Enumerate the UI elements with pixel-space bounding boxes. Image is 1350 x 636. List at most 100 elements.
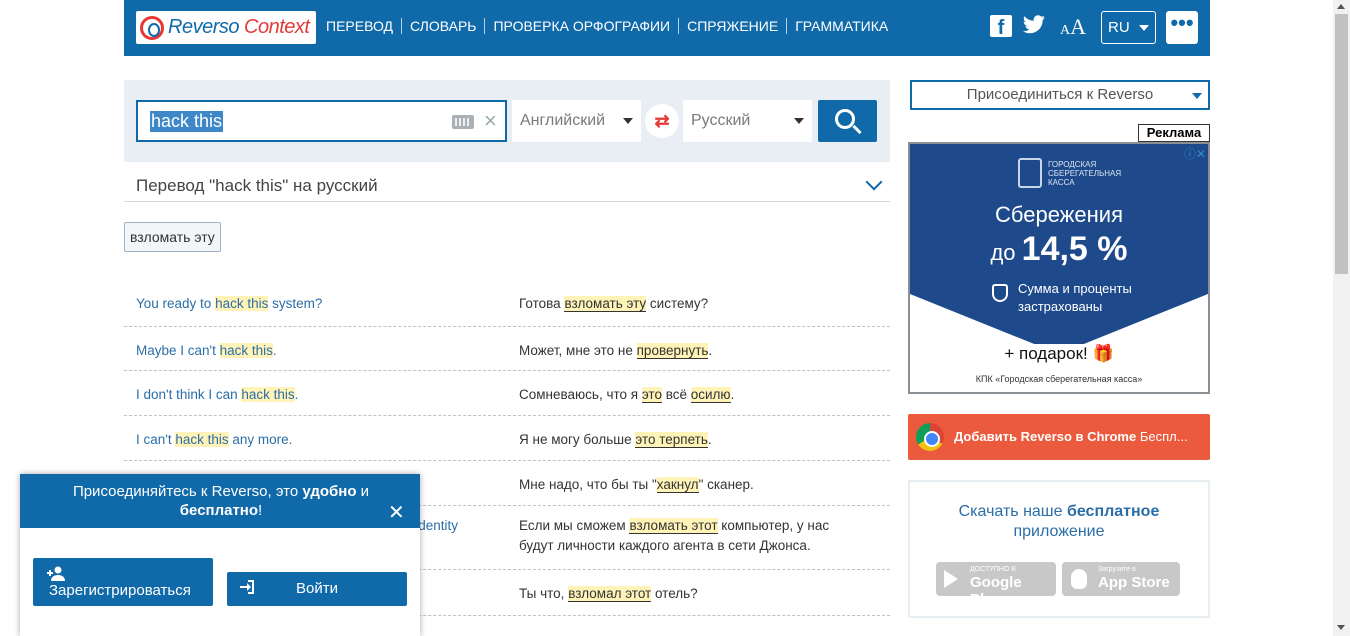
app-store-button[interactable]: Загрузите в App Store (1062, 562, 1180, 596)
example-target-highlight: хакнул (656, 477, 699, 493)
example-source-text: system? (268, 296, 323, 311)
example-target-highlight: это (641, 387, 662, 403)
join-popup: Присоединяйтесь к Reverso, это удобно и … (20, 474, 420, 636)
close-icon[interactable]: ✕ (388, 500, 405, 525)
ad-gift-text: + подарок! (1004, 344, 1088, 363)
example-source[interactable]: Maybe I can't hack this. (136, 341, 496, 361)
example-target-text: Готова (519, 296, 565, 311)
search-panel: hack this × Английский ⇄ Русский (124, 80, 890, 162)
register-label: Зарегистрироваться (49, 582, 191, 599)
chevron-down-icon (1192, 93, 1202, 99)
join-reverso-dropdown[interactable]: Присоединиться к Reverso (910, 80, 1210, 110)
search-icon-handle (852, 124, 862, 135)
nav-item-dictionary[interactable]: СЛОВАРЬ (402, 18, 486, 34)
popup-msg-part3: ! (258, 502, 263, 519)
nav-item-conjugation[interactable]: СПРЯЖЕНИЕ (679, 18, 788, 34)
example-target[interactable]: Я не могу больше это терпеть. (519, 430, 864, 450)
app-download-box: Скачать наше бесплатное приложение ДОСТУ… (908, 480, 1210, 618)
translation-title: Перевод "hack this" на русский (136, 176, 378, 195)
popup-msg-bold2: бесплатно (179, 502, 259, 519)
scroll-down-icon[interactable] (1337, 625, 1345, 630)
example-target[interactable]: Ты что, взломал этот отель? (519, 584, 864, 604)
search-button[interactable] (818, 100, 877, 142)
popup-msg-part2: и (356, 483, 370, 500)
example-target-text: . (707, 432, 712, 447)
example-target[interactable]: Может, мне это не провернуть. (519, 341, 864, 361)
example-target-text: . (708, 343, 713, 358)
target-language-select[interactable]: Русский (683, 100, 812, 142)
ad-rate-value: 14,5 % (1021, 230, 1128, 268)
ad-rate: до 14,5 % (910, 230, 1208, 269)
ad-bank-name: ГОРОДСКАЯ СБЕРЕГАТЕЛЬНАЯ КАССА (1048, 160, 1122, 187)
swap-languages-button[interactable]: ⇄ (645, 104, 679, 138)
divider (124, 201, 890, 202)
nav-item-translation[interactable]: ПЕРЕВОД (318, 18, 403, 34)
login-button[interactable]: Войти (227, 572, 407, 606)
example-target-text: Сомневаюсь, что я (519, 387, 642, 402)
example-source[interactable]: I can't hack this any more. (136, 430, 496, 450)
example-target[interactable]: Мне надо, что бы ты "хакнул" сканер. (519, 475, 864, 495)
example-row: I don't think I can hack this. Сомневаюсь… (124, 371, 890, 416)
example-target-highlight: провернуть (636, 343, 709, 359)
nav-item-grammar[interactable]: ГРАММАТИКА (787, 18, 896, 34)
app-title-part1: Скачать наше (958, 503, 1067, 520)
example-source-highlight: hack this (175, 432, 229, 447)
register-button[interactable]: Зарегистрироваться (33, 558, 213, 606)
source-language-select[interactable]: Английский (512, 100, 641, 142)
ad-banner[interactable]: ⓘ✕ ГОРОДСКАЯ СБЕРЕГАТЕЛЬНАЯ КАССА Сбереж… (908, 142, 1210, 394)
top-header: Reverso Context ПЕРЕВОД СЛОВАРЬ ПРОВЕРКА… (124, 0, 1210, 56)
app-title-bold: бесплатное (1066, 503, 1160, 520)
example-target-text: Если мы сможем (519, 518, 630, 533)
example-target[interactable]: Сомневаюсь, что я это всё осилю. (519, 385, 864, 405)
example-target[interactable]: Готова взломать эту систему? (519, 294, 864, 314)
add-to-chrome-label: Добавить Reverso в Chrome Беспл... (954, 429, 1188, 444)
app-store-big: App Store (1098, 574, 1170, 591)
example-source-text: . (272, 343, 277, 358)
example-target-text: Я не могу больше (519, 432, 636, 447)
example-target-highlight: взломал этот (568, 586, 652, 602)
nav-item-spellcheck[interactable]: ПРОВЕРКА ОРФОГРАФИИ (485, 18, 680, 34)
example-target-text: " сканер. (698, 477, 754, 492)
scroll-up-icon[interactable] (1337, 4, 1345, 9)
ad-label: Реклама (1138, 124, 1210, 142)
chrome-icon (916, 423, 944, 451)
facebook-icon[interactable]: f (990, 15, 1012, 37)
clear-icon[interactable]: × (484, 108, 497, 134)
more-menu-button[interactable]: ••• (1166, 11, 1198, 44)
google-play-button[interactable]: ДОСТУПНО В Google Play (936, 562, 1056, 608)
bank-icon (1018, 158, 1042, 188)
keyboard-icon[interactable] (452, 115, 474, 129)
google-play-small: ДОСТУПНО В (970, 566, 1016, 573)
gift-icon: 🎁 (1092, 344, 1114, 363)
example-source[interactable]: You ready to hack this system? (136, 294, 496, 314)
search-input[interactable]: hack this × (136, 100, 507, 142)
scroll-thumb[interactable] (1335, 14, 1348, 274)
source-language-value: Английский (520, 112, 606, 129)
example-source-text: Maybe I can't (136, 343, 220, 358)
google-play-big: Google Play (970, 574, 1022, 608)
example-target-text: систему? (646, 296, 709, 311)
example-source[interactable]: I don't think I can hack this. (136, 385, 496, 405)
popup-msg-part1: Присоединяйтесь к Reverso, это (72, 483, 303, 500)
example-source-text: You ready to (136, 296, 216, 311)
ad-note: Сумма и проценты застрахованы (1018, 281, 1132, 314)
example-row: Maybe I can't hack this. Может, мне это н… (124, 327, 890, 371)
logo-reverso-text: Reverso (168, 16, 239, 38)
example-target[interactable]: Если мы сможем взломать этот компьютер, … (519, 516, 864, 556)
language-select[interactable]: RU (1101, 11, 1156, 44)
example-target-highlight: взломать эту (564, 296, 647, 312)
add-to-chrome-button[interactable]: Добавить Reverso в Chrome Беспл... (908, 414, 1210, 460)
example-target-text: Ты что, (519, 586, 569, 601)
font-size-icon[interactable]: AA (1060, 14, 1086, 40)
search-input-value[interactable]: hack this (150, 111, 224, 132)
example-target-text: отель? (651, 586, 698, 601)
chevron-down-icon[interactable] (865, 173, 883, 191)
reverso-logo[interactable]: Reverso Context (136, 11, 316, 44)
translation-chip[interactable]: взломать эту (124, 222, 221, 252)
chevron-down-icon (623, 118, 633, 124)
page-scrollbar[interactable] (1333, 0, 1350, 636)
popup-msg-bold1: удобно (302, 483, 357, 500)
twitter-icon[interactable] (1022, 14, 1046, 42)
join-popup-header: Присоединяйтесь к Reverso, это удобно и … (20, 474, 420, 528)
ad-close-icon[interactable]: ⓘ✕ (1184, 145, 1206, 162)
